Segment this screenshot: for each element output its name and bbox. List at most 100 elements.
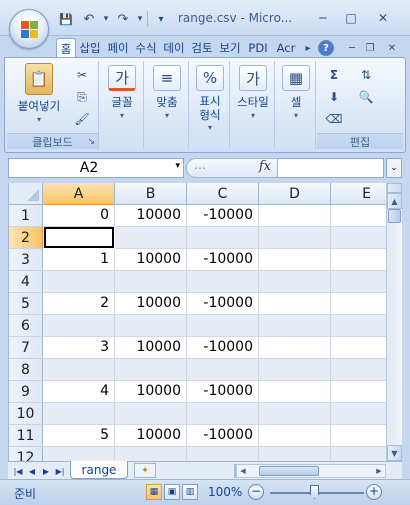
cell-e[interactable] xyxy=(331,271,386,293)
cell-b[interactable]: 10000 xyxy=(115,293,187,315)
zoom-slider-thumb[interactable] xyxy=(310,485,319,499)
cell-e[interactable] xyxy=(331,227,386,249)
cell-b[interactable] xyxy=(115,447,187,461)
save-icon[interactable]: 💾 xyxy=(56,9,76,29)
cell-c[interactable]: -10000 xyxy=(187,293,259,315)
expand-formula-bar-icon[interactable]: ⌄ xyxy=(386,158,402,178)
cell-e[interactable] xyxy=(331,403,386,425)
insert-function-icon[interactable]: fx xyxy=(259,159,271,174)
cell-a[interactable] xyxy=(43,271,115,293)
cell-b[interactable]: 10000 xyxy=(115,337,187,359)
zoom-level[interactable]: 100% xyxy=(208,485,242,499)
cell-e[interactable] xyxy=(331,205,386,227)
insert-sheet-icon[interactable]: ✦ xyxy=(134,463,156,478)
alignment-button[interactable]: ≡ 맞춤 ▾ xyxy=(148,65,186,120)
cell-b[interactable]: 10000 xyxy=(115,425,187,447)
cell-a[interactable]: 0 xyxy=(43,205,115,227)
cell-c[interactable] xyxy=(187,315,259,337)
cell-e[interactable] xyxy=(331,337,386,359)
group-number[interactable]: % 표시 형식 ▾ xyxy=(190,61,230,149)
cell-a[interactable]: 5 xyxy=(43,425,115,447)
group-font[interactable]: 가 글꼴 ▾ xyxy=(100,61,144,149)
scroll-right-icon[interactable]: ▶ xyxy=(373,465,385,477)
cell-c[interactable] xyxy=(187,359,259,381)
scroll-left-icon[interactable]: ◀ xyxy=(237,465,249,477)
row-header[interactable]: 7 xyxy=(9,337,43,359)
office-button[interactable] xyxy=(9,9,49,49)
cell-a[interactable] xyxy=(43,447,115,461)
cell-d[interactable] xyxy=(259,293,331,315)
cell-c[interactable] xyxy=(187,271,259,293)
workbook-restore-icon[interactable]: ❐ xyxy=(362,40,378,56)
cell-c[interactable]: -10000 xyxy=(187,381,259,403)
row-header[interactable]: 10 xyxy=(9,403,43,425)
cell-a[interactable] xyxy=(43,359,115,381)
cell-d[interactable] xyxy=(259,337,331,359)
cell-b[interactable] xyxy=(115,315,187,337)
redo-dropdown-icon[interactable]: ▾ xyxy=(136,9,144,29)
column-header-d[interactable]: D xyxy=(259,183,331,205)
next-sheet-icon[interactable]: ▶ xyxy=(40,464,52,478)
copy-icon[interactable]: ⎘ xyxy=(73,89,91,105)
cut-icon[interactable]: ✂ xyxy=(73,67,91,83)
undo-dropdown-icon[interactable]: ▾ xyxy=(102,9,110,29)
cell-d[interactable] xyxy=(259,249,331,271)
font-button[interactable]: 가 글꼴 ▾ xyxy=(103,65,141,120)
tab-data[interactable]: 데이 xyxy=(163,38,185,58)
cell-d[interactable] xyxy=(259,403,331,425)
horizontal-scrollbar[interactable]: ◀ ▶ xyxy=(236,464,386,478)
cell-b[interactable] xyxy=(115,359,187,381)
cell-a[interactable] xyxy=(43,403,115,425)
cell-c[interactable] xyxy=(187,403,259,425)
worksheet-grid[interactable]: A B C D E 1 0 10000 -10000 2 3 1 10000 -10000 4 5 2… xyxy=(8,183,386,461)
column-header-c[interactable]: C xyxy=(187,183,259,205)
workbook-close-icon[interactable]: ✕ xyxy=(384,40,400,56)
cell-e[interactable] xyxy=(331,381,386,403)
redo-icon[interactable]: ↷ xyxy=(113,9,133,29)
minimize-button[interactable]: ─ xyxy=(310,8,336,28)
scroll-up-icon[interactable]: ▲ xyxy=(387,193,402,209)
cell-e[interactable] xyxy=(331,293,386,315)
vertical-scroll-thumb[interactable] xyxy=(388,209,401,223)
cell-c[interactable]: -10000 xyxy=(187,249,259,271)
column-header-a[interactable]: A xyxy=(43,183,115,205)
cell-b[interactable] xyxy=(115,271,187,293)
group-styles[interactable]: 가 스타일 ▾ xyxy=(231,61,275,149)
workbook-minimize-icon[interactable]: ─ xyxy=(344,40,360,56)
column-header-e[interactable]: E xyxy=(331,183,386,205)
cell-d[interactable] xyxy=(259,359,331,381)
select-all-corner[interactable] xyxy=(9,183,43,205)
paste-dropdown-icon[interactable]: ▾ xyxy=(9,115,69,124)
close-button[interactable]: ✕ xyxy=(370,8,396,28)
cell-b[interactable] xyxy=(115,227,187,249)
customize-toolbar-icon[interactable]: ▾ xyxy=(151,9,171,29)
row-header[interactable]: 8 xyxy=(9,359,43,381)
number-format-button[interactable]: % 표시 형식 ▾ xyxy=(192,65,228,132)
row-header[interactable]: 4 xyxy=(9,271,43,293)
page-layout-view-icon[interactable]: ▣ xyxy=(164,484,180,500)
group-alignment[interactable]: ≡ 맞춤 ▾ xyxy=(145,61,189,149)
row-header[interactable]: 3 xyxy=(9,249,43,271)
tab-insert[interactable]: 삽입 xyxy=(79,38,101,58)
autosum-icon[interactable]: Σ xyxy=(325,67,343,83)
help-icon[interactable]: ? xyxy=(318,40,334,56)
tab-formulas[interactable]: 수식 xyxy=(135,38,157,58)
formula-input[interactable] xyxy=(278,158,384,178)
cell-d[interactable] xyxy=(259,271,331,293)
first-sheet-icon[interactable]: |◀ xyxy=(12,464,24,478)
tab-acrobat[interactable]: Acr xyxy=(274,38,298,58)
cell-a[interactable]: 4 xyxy=(43,381,115,403)
row-header[interactable]: 12 xyxy=(9,447,43,461)
row-header[interactable]: 9 xyxy=(9,381,43,403)
cell-e[interactable] xyxy=(331,359,386,381)
cell-e[interactable] xyxy=(331,447,386,461)
vertical-scrollbar[interactable]: ▲ ▼ xyxy=(386,183,402,461)
sort-filter-icon[interactable]: ⇅ xyxy=(357,67,375,83)
cell-d[interactable] xyxy=(259,425,331,447)
tab-home[interactable]: 홈 xyxy=(56,38,76,59)
cell-a[interactable]: 3 xyxy=(43,337,115,359)
dialog-launcher-icon[interactable]: ↘ xyxy=(87,137,95,147)
cell-d[interactable] xyxy=(259,381,331,403)
name-box[interactable]: A2 ▾ xyxy=(8,158,184,178)
page-break-view-icon[interactable]: ▥ xyxy=(182,484,198,500)
